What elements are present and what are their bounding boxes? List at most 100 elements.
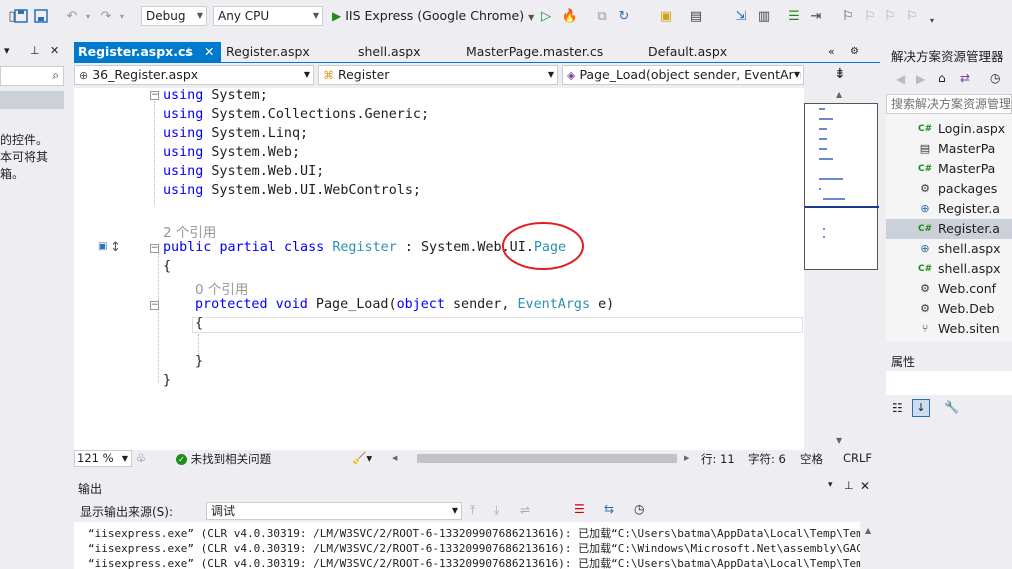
project-select[interactable]: ⊕ 36_Register.aspx ▼ [74, 65, 314, 85]
layout-icon[interactable]: ▤ [688, 8, 704, 24]
browser-link-icon[interactable]: ⧉ [594, 8, 610, 24]
solution-item[interactable]: ⚙ Web.conf [920, 279, 996, 299]
solution-item[interactable]: ⚙ Web.Deb [920, 299, 994, 319]
format-icon[interactable]: ☰ [786, 8, 802, 24]
member-select[interactable]: ◈ Page_Load(object sender, EventArg ▼ [562, 65, 804, 85]
tab-default-aspx[interactable]: Default.aspx [644, 42, 727, 62]
inheritance-icon[interactable]: ↕ [110, 240, 121, 255]
left-search-input[interactable]: ⌕ [0, 66, 64, 86]
config-icon: ⚙ [920, 182, 930, 195]
folder-icon[interactable]: ▣ [658, 8, 674, 24]
close-icon[interactable]: ✕ [860, 479, 870, 493]
solution-item[interactable]: ▤ MasterPa [920, 139, 996, 159]
pending-changes-icon[interactable]: ◷ [990, 71, 1000, 85]
step-icon[interactable]: ⇲ [733, 8, 749, 24]
solution-item[interactable]: C# MasterPa [918, 159, 995, 179]
prev-bookmark-icon[interactable]: ⚐ [862, 8, 878, 24]
scroll-up-icon[interactable]: ▲ [836, 90, 842, 99]
solution-search-input[interactable]: 搜索解决方案资源管理器 [886, 94, 1012, 114]
horizontal-scrollbar[interactable] [417, 454, 677, 463]
settings-icon[interactable]: ⚙ [846, 42, 859, 62]
bookmark-icon[interactable]: ⚐ [840, 8, 856, 24]
issues-indicator[interactable]: ✓ 未找到相关问题 [176, 451, 271, 467]
forward-icon[interactable]: ▶ [916, 72, 925, 86]
char-indicator: 字符: 6 [748, 452, 786, 466]
minimap[interactable] [804, 103, 879, 270]
cleanup-icon[interactable]: 🧹▾ [352, 451, 372, 465]
collapse-icon[interactable]: − [150, 91, 159, 100]
tab-register-aspx-cs[interactable]: Register.aspx.cs ⊥ ✕ [74, 42, 221, 62]
fold-guide [154, 101, 156, 205]
find-icon[interactable]: ⇌ [520, 503, 530, 517]
next-bookmark-icon[interactable]: ⚐ [882, 8, 898, 24]
pin-icon[interactable]: ⊥ [30, 44, 40, 57]
pin-icon[interactable]: ⊥ [184, 42, 194, 62]
pin-icon[interactable]: ⊥ [844, 479, 854, 492]
ai-assist-icon[interactable]: ♧ [136, 451, 146, 465]
undo-icon[interactable]: ↶ [64, 8, 80, 24]
tab-masterpage-master-cs[interactable]: MasterPage.master.cs [462, 42, 603, 62]
word-wrap-icon[interactable]: ⇆ [604, 502, 614, 516]
property-pages-icon[interactable]: 🔧 [944, 400, 959, 414]
home-icon[interactable]: ⌂ [938, 71, 946, 85]
scroll-right-icon[interactable]: ▶ [684, 454, 689, 462]
tab-overflow-icon[interactable]: « [824, 42, 835, 62]
solution-item[interactable]: C# shell.aspx [918, 259, 1001, 279]
ref-count-method[interactable]: 0 个引用 [195, 278, 248, 298]
start-without-debug-icon[interactable]: ▷ [538, 8, 554, 24]
config-select[interactable]: Debug ▼ [141, 6, 207, 26]
code-editor[interactable]: − using System; using System.Collections… [74, 88, 804, 450]
redo-dropdown-icon[interactable]: ▾ [114, 8, 130, 24]
clear-bookmark-icon[interactable]: ⚐ [904, 8, 920, 24]
collapse-icon[interactable]: − [150, 301, 159, 310]
hot-reload-icon[interactable]: 🔥 [562, 8, 578, 24]
platform-select[interactable]: Any CPU ▼ [213, 6, 323, 26]
dropdown-icon[interactable]: ▾ [4, 44, 10, 57]
solution-item[interactable]: ⚙ packages [920, 179, 997, 199]
solution-item[interactable]: ⑂ Web.siten [922, 319, 1000, 339]
dropdown-icon[interactable]: ▾ [828, 480, 833, 490]
scroll-left-icon[interactable]: ◀ [392, 454, 397, 462]
close-icon[interactable]: ✕ [204, 42, 214, 62]
scroll-up-icon[interactable]: ▲ [865, 526, 871, 535]
switch-views-icon[interactable]: ⇄ [960, 71, 970, 85]
go-to-next-icon[interactable]: ⤓ [494, 503, 499, 518]
tab-shell-aspx[interactable]: shell.aspx [354, 42, 421, 62]
close-icon[interactable]: ✕ [50, 44, 59, 57]
clock-icon[interactable]: ◷ [634, 502, 644, 516]
solution-item[interactable]: ⊕ Register.a [920, 199, 1000, 219]
tab-register-aspx[interactable]: Register.aspx [222, 42, 310, 62]
output-scrollbar[interactable]: ▲ [860, 522, 880, 569]
output-source-select[interactable]: 调试 ▼ [206, 502, 462, 520]
refresh-icon[interactable]: ↻ [616, 8, 632, 24]
columns-icon[interactable]: ▥ [756, 8, 772, 24]
code-line: } [195, 354, 204, 369]
categorized-icon[interactable]: ☷ [892, 401, 903, 415]
toolbar-overflow-icon[interactable]: ▾ [924, 12, 940, 28]
ref-count-class[interactable]: 2 个引用 [163, 221, 216, 241]
zoom-select[interactable]: 121 % ▼ [74, 450, 132, 467]
space-indicator[interactable]: 空格 [800, 451, 823, 467]
save-icon[interactable] [14, 8, 28, 24]
eol-indicator[interactable]: CRLF [843, 451, 872, 465]
output-text[interactable]: “iisexpress.exe” (CLR v4.0.30319: /LM/W3… [74, 522, 860, 569]
code-line: using System; [163, 88, 268, 103]
class-select[interactable]: ⌘ Register ▼ [318, 65, 558, 85]
solution-item[interactable]: ⊕ shell.aspx [920, 239, 1000, 259]
collapse-icon[interactable]: − [150, 244, 159, 253]
vertical-scrollbar[interactable]: ▲ ▼ [804, 88, 880, 450]
go-to-previous-icon[interactable]: ⤒ [470, 503, 475, 518]
solution-item[interactable]: C# Register.a [918, 219, 1000, 239]
redo-icon[interactable]: ↷ [98, 8, 114, 24]
back-icon[interactable]: ◀ [896, 72, 905, 86]
scroll-down-icon[interactable]: ▼ [836, 436, 842, 445]
properties-object-select[interactable] [886, 371, 1012, 395]
split-window-icon[interactable]: ⇟ [834, 66, 846, 82]
run-button[interactable]: ▶ IIS Express (Google Chrome) ▼ [332, 8, 534, 26]
alphabetical-icon[interactable]: ↓ [912, 399, 930, 417]
undo-dropdown-icon[interactable]: ▾ [80, 8, 96, 24]
save-all-icon[interactable] [34, 8, 48, 24]
solution-item[interactable]: C# Login.aspx [918, 119, 1005, 139]
clear-all-icon[interactable]: ☰ [574, 502, 585, 516]
indent-icon[interactable]: ⇥ [808, 8, 824, 24]
